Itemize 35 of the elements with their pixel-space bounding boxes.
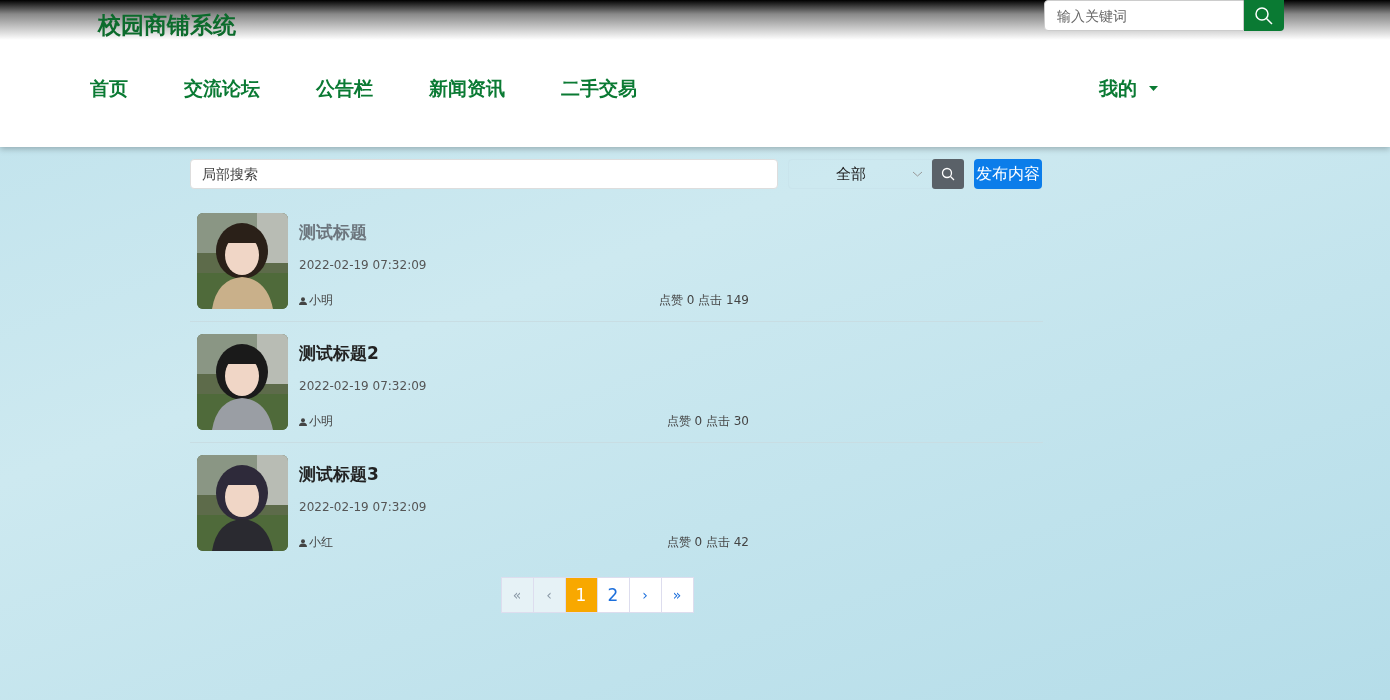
- user-icon: [299, 538, 307, 547]
- search-button[interactable]: [1244, 0, 1284, 31]
- nav-link[interactable]: 交流论坛: [184, 75, 260, 102]
- post-stats: 点赞 0 点击 30: [666, 413, 749, 430]
- page-link[interactable]: ›: [628, 577, 662, 613]
- page-link[interactable]: »: [660, 577, 694, 613]
- user-menu[interactable]: 我的: [1099, 75, 1158, 102]
- page-link[interactable]: 2: [596, 577, 630, 613]
- keyword-search-field[interactable]: 输入关键词: [1044, 0, 1244, 31]
- local-search-field[interactable]: 局部搜索: [190, 159, 778, 189]
- search-button[interactable]: [932, 159, 964, 189]
- nav-link[interactable]: 首页: [90, 75, 128, 102]
- user-icon: [299, 417, 307, 426]
- caret-icon: [1149, 86, 1158, 91]
- nav-link[interactable]: 公告栏: [316, 75, 373, 102]
- nav-link[interactable]: 二手交易: [561, 75, 637, 102]
- post-title[interactable]: 测试标题3: [299, 463, 1036, 486]
- chevron-icon: [912, 171, 923, 177]
- post-author: 小红: [309, 534, 333, 551]
- post-author: 小明: [309, 413, 333, 430]
- post-stats: 点赞 0 点击 149: [659, 292, 749, 309]
- search-icon: [1254, 5, 1274, 26]
- site-title: 校园商铺系统: [98, 10, 236, 40]
- post-title[interactable]: 测试标题: [299, 221, 1036, 244]
- user-icon: [299, 296, 307, 305]
- post-title[interactable]: 测试标题2: [299, 342, 1036, 365]
- post-time: 2022-02-19 07:32:09: [299, 500, 428, 514]
- post-stats: 点赞 0 点击 42: [666, 534, 749, 551]
- nav-link[interactable]: 新闻资讯: [429, 75, 505, 102]
- search-icon: [941, 167, 955, 181]
- publish-button[interactable]: 发布内容: [974, 159, 1042, 189]
- post-time: 2022-02-19 07:32:09: [299, 379, 428, 393]
- category-select[interactable]: 全部: [788, 159, 932, 189]
- post-author: 小明: [309, 292, 333, 309]
- post-time: 2022-02-19 07:32:09: [299, 258, 428, 272]
